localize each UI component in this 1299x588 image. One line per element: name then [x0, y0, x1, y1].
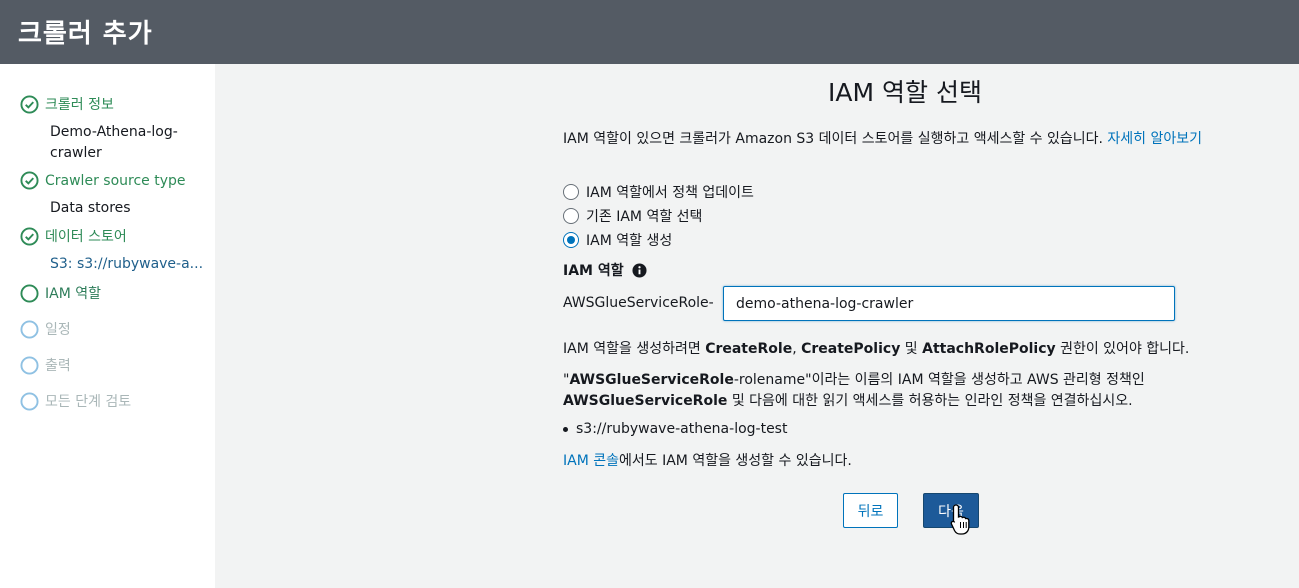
role-creation-note: "AWSGlueServiceRole-rolename"이라는 이름의 IAM… — [563, 370, 1263, 412]
radio-choose-existing[interactable]: 기존 IAM 역할 선택 — [563, 206, 702, 226]
perm-separator: , — [792, 341, 802, 357]
step-label: 크롤러 정보 — [45, 97, 114, 113]
step-crawler-info[interactable]: 크롤러 정보 — [20, 94, 114, 114]
hand-cursor-icon — [950, 504, 970, 535]
step-iam-role[interactable]: IAM 역할 — [20, 283, 101, 303]
perm-separator: 및 — [900, 341, 923, 357]
empty-circle-icon — [20, 391, 39, 411]
learn-more-link[interactable]: 자세히 알아보기 — [1107, 131, 1202, 147]
role-description: IAM 역할이 있으면 크롤러가 Amazon S3 데이터 스토어를 실행하고… — [563, 129, 1263, 149]
step-sub-crawler-name: Demo-Athena-log-crawler — [50, 124, 178, 161]
step-output: 출력 — [20, 355, 71, 375]
step-review: 모든 단계 검토 — [20, 391, 131, 411]
radio-label: IAM 역할에서 정책 업데이트 — [586, 185, 754, 201]
step-label: 모든 단계 검토 — [45, 394, 132, 410]
step-sub-source-type: Data stores — [50, 200, 131, 216]
check-circle-icon — [20, 226, 39, 246]
perm-attach-policy: AttachRolePolicy — [922, 341, 1056, 357]
bucket-path: s3://rubywave-athena-log-test — [576, 421, 788, 437]
iam-role-field-label: IAM 역할 — [563, 260, 647, 280]
empty-circle-icon — [20, 355, 39, 375]
step-label: IAM 역할 — [45, 286, 101, 302]
role-desc-text: 및 다음에 대한 읽기 액세스를 허용하는 인라인 정책을 연결하십시오. — [727, 393, 1133, 409]
bucket-list-item: s3://rubywave-athena-log-test — [563, 421, 787, 437]
step-sub-data-store: S3: s3://rubywave-a... — [50, 256, 204, 272]
step-data-store[interactable]: 데이터 스토어 — [20, 226, 127, 246]
role-desc-text: "이라는 이름의 IAM 역할을 생성하고 AWS 관리형 정책인 — [805, 372, 1145, 388]
console-text: 에서도 IAM 역할을 생성할 수 있습니다. — [619, 453, 852, 469]
page-title: IAM 역할 선택 — [828, 78, 982, 107]
perm-create-role: CreateRole — [705, 341, 793, 357]
step-schedule: 일정 — [20, 319, 71, 339]
step-label: 출력 — [45, 358, 71, 374]
empty-circle-icon — [20, 283, 39, 303]
back-button[interactable]: 뒤로 — [843, 493, 898, 528]
role-name-bold: AWSGlueServiceRole — [569, 372, 734, 388]
perm-create-policy: CreatePolicy — [801, 341, 901, 357]
empty-circle-icon — [20, 319, 39, 339]
radio-label: 기존 IAM 역할 선택 — [586, 209, 703, 225]
radio-label: IAM 역할 생성 — [586, 233, 673, 249]
info-icon[interactable] — [632, 262, 647, 278]
step-label: 일정 — [45, 322, 71, 338]
description-text: IAM 역할이 있으면 크롤러가 Amazon S3 데이터 스토어를 실행하고… — [563, 131, 1103, 147]
perm-text: 권한이 있어야 합니다. — [1055, 341, 1190, 357]
role-name-input[interactable] — [723, 286, 1175, 321]
step-label: Crawler source type — [45, 172, 186, 189]
role-name-suffix: -rolename — [733, 372, 806, 388]
check-circle-icon — [20, 94, 39, 114]
perm-text: IAM 역할을 생성하려면 — [563, 341, 706, 357]
step-source-type[interactable]: Crawler source type — [20, 171, 186, 190]
check-circle-icon — [20, 171, 39, 190]
step-label: 데이터 스토어 — [45, 229, 127, 245]
page-header-title: 크롤러 추가 — [18, 19, 153, 49]
radio-update-policy[interactable]: IAM 역할에서 정책 업데이트 — [563, 182, 754, 202]
radio-button[interactable] — [563, 184, 579, 200]
role-name-prefix: AWSGlueServiceRole- — [563, 295, 714, 311]
console-note: IAM 콘솔에서도 IAM 역할을 생성할 수 있습니다. — [563, 451, 1263, 472]
iam-console-link[interactable]: IAM 콘솔 — [563, 453, 619, 469]
managed-policy-bold: AWSGlueServiceRole — [563, 393, 728, 409]
radio-button[interactable] — [563, 208, 579, 224]
bullet-icon — [563, 426, 568, 432]
steps-sidebar: 크롤러 정보 Demo-Athena-log-crawler Crawler s… — [0, 64, 215, 588]
permissions-note: IAM 역할을 생성하려면 CreateRole, CreatePolicy 및… — [563, 339, 1263, 360]
radio-button[interactable] — [563, 232, 579, 248]
iam-role-label: IAM 역할 — [563, 263, 624, 279]
header-bar: 크롤러 추가 — [0, 0, 1299, 64]
radio-create-role[interactable]: IAM 역할 생성 — [563, 230, 672, 250]
